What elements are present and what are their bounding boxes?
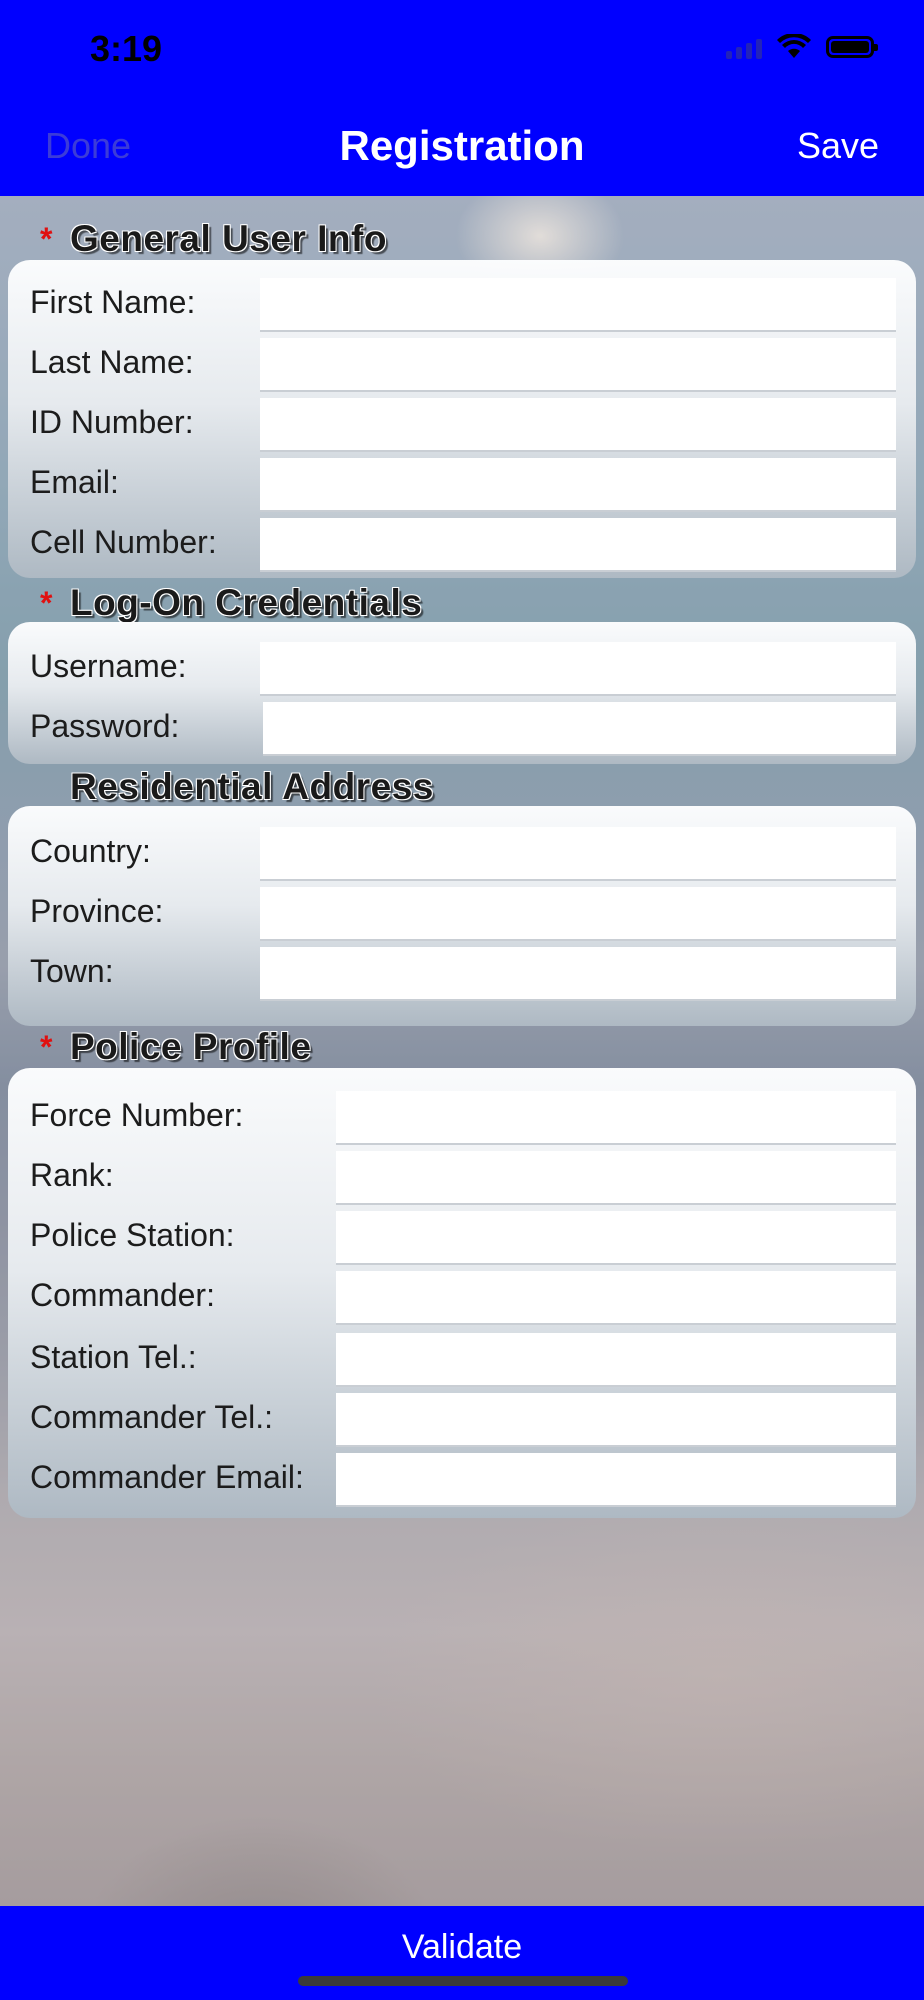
rank-label: Rank:: [30, 1157, 114, 1193]
cell-number-label: Cell Number:: [30, 524, 217, 560]
town-field[interactable]: [260, 947, 896, 1001]
form-row-commander-tel: Commander Tel.:: [8, 1387, 916, 1447]
commander-label: Commander:: [30, 1277, 215, 1313]
general-info-panel: First Name: Last Name: ID Number: Email:…: [8, 260, 916, 578]
commander-email-label: Commander Email:: [30, 1459, 304, 1495]
save-button[interactable]: Save: [797, 125, 879, 167]
required-marker: *: [40, 1028, 53, 1065]
commander-email-field[interactable]: [336, 1453, 896, 1507]
wifi-icon: [777, 34, 811, 58]
last-name-field[interactable]: [260, 338, 896, 392]
required-marker: *: [40, 584, 53, 621]
town-label: Town:: [30, 953, 114, 989]
rank-field[interactable]: [336, 1151, 896, 1205]
id-number-label: ID Number:: [30, 404, 194, 440]
first-name-field[interactable]: [260, 278, 896, 332]
station-tel-label: Station Tel.:: [30, 1339, 197, 1375]
commander-tel-label: Commander Tel.:: [30, 1399, 274, 1435]
station-tel-field[interactable]: [336, 1333, 896, 1387]
home-indicator[interactable]: [298, 1976, 628, 1986]
form-row-force-number: Force Number:: [8, 1085, 916, 1145]
force-number-label: Force Number:: [30, 1097, 244, 1133]
commander-tel-field[interactable]: [336, 1393, 896, 1447]
country-label: Country:: [30, 833, 151, 869]
form-row-cell-number: Cell Number:: [8, 512, 916, 572]
section-header-general: * General User Info: [40, 212, 387, 266]
email-field[interactable]: [260, 458, 896, 512]
form-row-password: Password:: [8, 696, 916, 756]
email-label: Email:: [30, 464, 119, 500]
residential-address-panel: Country: Province: Town:: [8, 806, 916, 1026]
navigation-bar: 3:19 Done Registration Save: [0, 0, 924, 196]
section-title: General User Info: [70, 218, 387, 259]
validate-button[interactable]: Validate: [0, 1928, 924, 1967]
first-name-label: First Name:: [30, 284, 196, 320]
username-label: Username:: [30, 648, 187, 684]
id-number-field[interactable]: [260, 398, 896, 452]
form-row-province: Province:: [8, 881, 916, 941]
commander-field[interactable]: [336, 1271, 896, 1325]
form-row-police-station: Police Station:: [8, 1205, 916, 1265]
province-label: Province:: [30, 893, 164, 929]
form-row-rank: Rank:: [8, 1145, 916, 1205]
form-row-first-name: First Name:: [8, 272, 916, 332]
form-row-email: Email:: [8, 452, 916, 512]
form-row-commander: Commander:: [8, 1265, 916, 1325]
bottom-toolbar: Validate: [0, 1906, 924, 2000]
password-field[interactable]: [263, 702, 896, 756]
section-title: Log-On Credentials: [70, 582, 423, 623]
province-field[interactable]: [260, 887, 896, 941]
section-header-police: * Police Profile: [40, 1020, 311, 1074]
police-station-field[interactable]: [336, 1211, 896, 1265]
battery-icon: [826, 36, 878, 58]
required-marker: *: [40, 220, 53, 257]
section-title: Police Profile: [70, 1026, 312, 1067]
cell-number-field[interactable]: [260, 518, 896, 572]
status-time: 3:19: [90, 28, 163, 69]
page-title: Registration: [339, 122, 585, 169]
form-row-country: Country:: [8, 821, 916, 881]
police-profile-panel: Force Number: Rank: Police Station: Comm…: [8, 1068, 916, 1518]
status-icons: [726, 34, 878, 60]
section-title: Residential Address: [70, 766, 434, 807]
form-row-last-name: Last Name:: [8, 332, 916, 392]
form-row-commander-email: Commander Email:: [8, 1447, 916, 1507]
form-row-town: Town:: [8, 941, 916, 1001]
last-name-label: Last Name:: [30, 344, 194, 380]
form-row-station-tel: Station Tel.:: [8, 1327, 916, 1387]
country-field[interactable]: [260, 827, 896, 881]
form-row-id-number: ID Number:: [8, 392, 916, 452]
form-row-username: Username:: [8, 636, 916, 696]
username-field[interactable]: [260, 642, 896, 696]
police-station-label: Police Station:: [30, 1217, 235, 1253]
cellular-signal-icon: [726, 35, 762, 59]
password-label: Password:: [30, 708, 180, 744]
logon-credentials-panel: Username: Password:: [8, 622, 916, 764]
force-number-field[interactable]: [336, 1091, 896, 1145]
